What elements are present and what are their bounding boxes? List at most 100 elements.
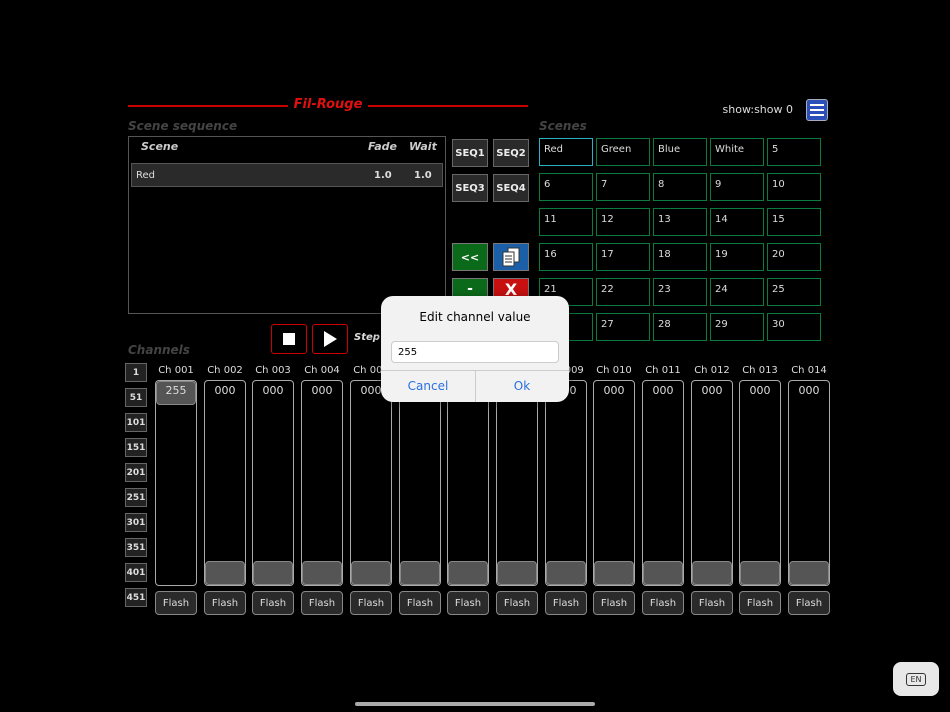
scene-18-button[interactable]: 18 <box>653 243 707 271</box>
fader-handle[interactable] <box>400 561 440 585</box>
home-indicator[interactable] <box>355 702 595 706</box>
stop-button[interactable] <box>271 324 307 354</box>
flash-button[interactable]: Flash <box>399 591 441 615</box>
channel-fader[interactable] <box>739 380 781 586</box>
scene-10-button[interactable]: 10 <box>767 173 821 201</box>
flash-button[interactable]: Flash <box>447 591 489 615</box>
fader-handle[interactable] <box>740 561 780 585</box>
fader-handle[interactable] <box>594 561 634 585</box>
flash-button[interactable]: Flash <box>642 591 684 615</box>
scene-19-button[interactable]: 19 <box>710 243 764 271</box>
scene-28-button[interactable]: 28 <box>653 313 707 341</box>
seq4-button[interactable]: SEQ4 <box>493 174 529 202</box>
cancel-button[interactable]: Cancel <box>381 372 475 400</box>
fader-handle[interactable] <box>448 561 488 585</box>
fader-handle[interactable] <box>351 561 391 585</box>
fader-handle[interactable] <box>546 561 586 585</box>
bank-51-button[interactable]: 51 <box>125 388 147 407</box>
channel-fader[interactable] <box>447 380 489 586</box>
channel-fader[interactable] <box>593 380 635 586</box>
scene-6-button[interactable]: 6 <box>539 173 593 201</box>
channel-fader[interactable] <box>691 380 733 586</box>
scene-24-button[interactable]: 24 <box>710 278 764 306</box>
scene-2-button[interactable]: Green <box>596 138 650 166</box>
bank-451-button[interactable]: 451 <box>125 588 147 607</box>
scene-11-button[interactable]: 11 <box>539 208 593 236</box>
scene-4-button[interactable]: White <box>710 138 764 166</box>
channel-fader[interactable] <box>301 380 343 586</box>
ok-button[interactable]: Ok <box>475 372 569 400</box>
channel-fader[interactable] <box>399 380 441 586</box>
flash-button[interactable]: Flash <box>593 591 635 615</box>
flash-button[interactable]: Flash <box>788 591 830 615</box>
bank-301-button[interactable]: 301 <box>125 513 147 532</box>
channel-value: 000 <box>749 384 771 397</box>
channel-label: Ch 014 <box>791 365 827 376</box>
scene-22-button[interactable]: 22 <box>596 278 650 306</box>
scene-27-button[interactable]: 27 <box>596 313 650 341</box>
scene-1-button[interactable]: Red <box>539 138 593 166</box>
flash-button[interactable]: Flash <box>252 591 294 615</box>
menu-button[interactable] <box>806 99 828 121</box>
flash-button[interactable]: Flash <box>350 591 392 615</box>
fader-handle[interactable] <box>789 561 829 585</box>
flash-button[interactable]: Flash <box>691 591 733 615</box>
channel-fader[interactable] <box>252 380 294 586</box>
bank-401-button[interactable]: 401 <box>125 563 147 582</box>
scene-9-button[interactable]: 9 <box>710 173 764 201</box>
bank-101-button[interactable]: 101 <box>125 413 147 432</box>
bank-1-button[interactable]: 1 <box>125 363 147 382</box>
seq1-button[interactable]: SEQ1 <box>452 139 488 167</box>
scene-13-button[interactable]: 13 <box>653 208 707 236</box>
flash-button[interactable]: Flash <box>739 591 781 615</box>
channel-fader[interactable] <box>496 380 538 586</box>
channel-fader[interactable] <box>545 380 587 586</box>
scene-20-button[interactable]: 20 <box>767 243 821 271</box>
keyboard-language-button[interactable]: EN <box>893 662 939 696</box>
flash-button[interactable]: Flash <box>155 591 197 615</box>
sequence-row[interactable]: Red 1.0 1.0 <box>131 163 443 187</box>
copy-button[interactable] <box>493 243 529 271</box>
channel-value-input[interactable] <box>391 341 559 363</box>
channel-fader[interactable] <box>642 380 684 586</box>
fader-handle[interactable] <box>692 561 732 585</box>
scene-8-button[interactable]: 8 <box>653 173 707 201</box>
flash-button[interactable]: Flash <box>204 591 246 615</box>
scene-3-button[interactable]: Blue <box>653 138 707 166</box>
scene-29-button[interactable]: 29 <box>710 313 764 341</box>
play-button[interactable] <box>312 324 348 354</box>
copy-icon <box>502 247 520 267</box>
fader-handle[interactable] <box>253 561 293 585</box>
scene-7-button[interactable]: 7 <box>596 173 650 201</box>
channel-fader[interactable] <box>788 380 830 586</box>
fader-handle[interactable] <box>497 561 537 585</box>
scene-14-button[interactable]: 14 <box>710 208 764 236</box>
back-button[interactable]: << <box>452 243 488 271</box>
flash-button[interactable]: Flash <box>496 591 538 615</box>
seq3-button[interactable]: SEQ3 <box>452 174 488 202</box>
channel-label: Ch 002 <box>207 365 243 376</box>
channel-fader[interactable] <box>204 380 246 586</box>
bank-351-button[interactable]: 351 <box>125 538 147 557</box>
scene-12-button[interactable]: 12 <box>596 208 650 236</box>
flash-button[interactable]: Flash <box>545 591 587 615</box>
channel-value: 000 <box>603 384 625 397</box>
fader-handle[interactable] <box>302 561 342 585</box>
bank-201-button[interactable]: 201 <box>125 463 147 482</box>
scene-15-button[interactable]: 15 <box>767 208 821 236</box>
fader-handle[interactable] <box>205 561 245 585</box>
bank-251-button[interactable]: 251 <box>125 488 147 507</box>
scene-5-button[interactable]: 5 <box>767 138 821 166</box>
scene-16-button[interactable]: 16 <box>539 243 593 271</box>
scene-30-button[interactable]: 30 <box>767 313 821 341</box>
fader-handle[interactable] <box>643 561 683 585</box>
channel-fader[interactable] <box>350 380 392 586</box>
channel-fader[interactable] <box>155 380 197 586</box>
scene-23-button[interactable]: 23 <box>653 278 707 306</box>
bank-151-button[interactable]: 151 <box>125 438 147 457</box>
scene-17-button[interactable]: 17 <box>596 243 650 271</box>
scene-25-button[interactable]: 25 <box>767 278 821 306</box>
flash-button[interactable]: Flash <box>301 591 343 615</box>
seq2-button[interactable]: SEQ2 <box>493 139 529 167</box>
scenes-title: Scenes <box>539 119 587 133</box>
